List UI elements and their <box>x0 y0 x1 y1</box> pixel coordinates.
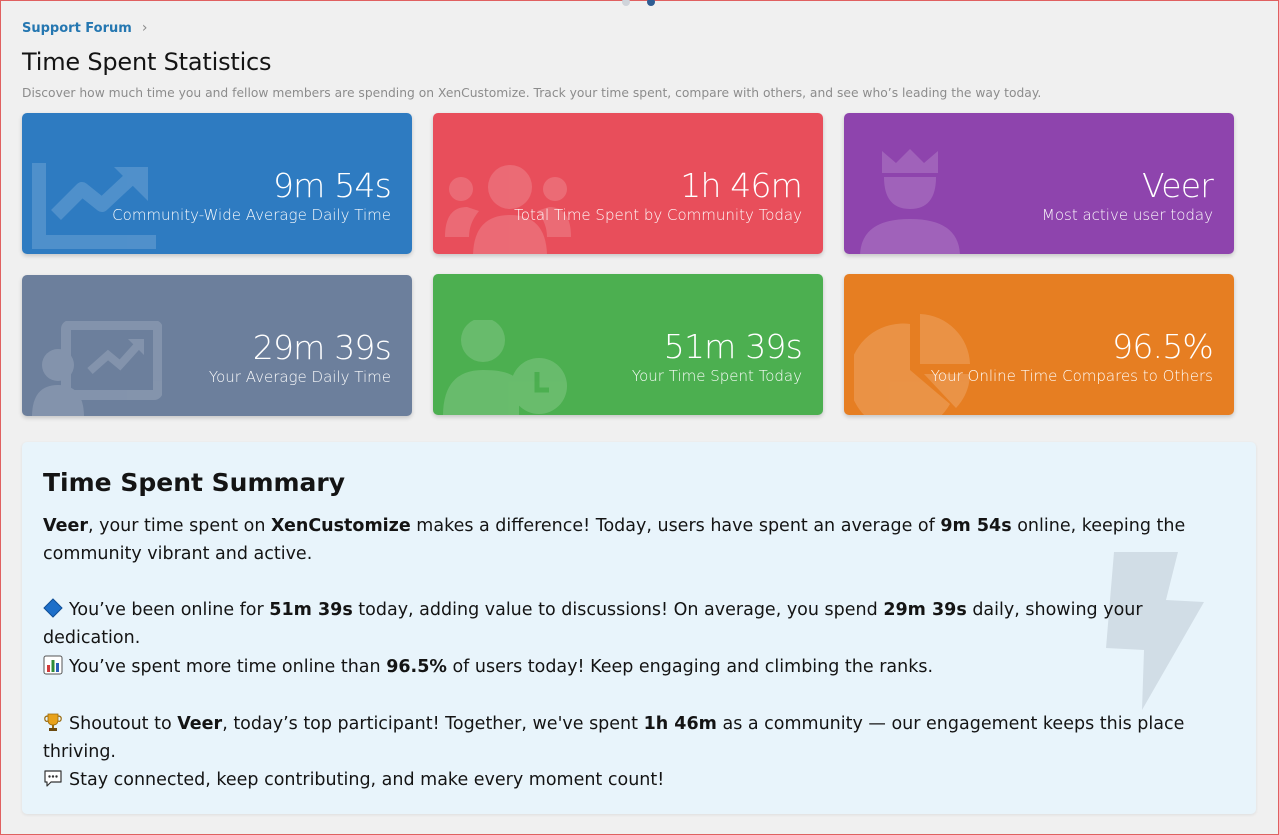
chevron-right-icon: › <box>141 20 148 36</box>
trophy-icon <box>44 713 62 731</box>
summary-text: of users today! Keep engaging and climbi… <box>446 657 934 677</box>
pie-chart-icon <box>854 314 970 415</box>
bar-chart-icon <box>43 655 63 675</box>
summary-paragraph-comparison: You’ve spent more time online than 96.5%… <box>43 653 1223 681</box>
carousel-dot[interactable] <box>622 0 630 6</box>
summary-text: You’ve been online for <box>69 600 270 620</box>
your-average-value: 29m 39s <box>883 600 967 620</box>
page-title: Time Spent Statistics <box>22 48 272 76</box>
stat-card-community-total: 1h 46m Total Time Spent by Community Tod… <box>433 113 823 254</box>
stat-card-your-average: 29m 39s Your Average Daily Time <box>22 275 412 416</box>
your-today-value: 51m 39s <box>269 600 353 620</box>
summary-paragraph-online: You’ve been online for 51m 39s today, ad… <box>43 596 1223 652</box>
username-link[interactable]: Veer <box>177 714 222 734</box>
user-clock-icon <box>443 320 567 415</box>
stat-card-community-average: 9m 54s Community-Wide Average Daily Time <box>22 113 412 254</box>
summary-paragraph-intro: Veer, your time spent on XenCustomize ma… <box>43 512 1223 568</box>
stat-value: 51m 39s <box>663 327 803 366</box>
summary-text: You’ve spent more time online than <box>69 657 387 677</box>
breadcrumb-support-forum[interactable]: Support Forum <box>22 21 132 36</box>
username-link[interactable]: Veer <box>43 516 88 536</box>
speech-bubble-icon <box>44 770 62 787</box>
stat-value: 1h 46m <box>680 166 803 205</box>
summary-text: Shoutout to <box>69 714 178 734</box>
summary-text: today, adding value to discussions! On a… <box>352 600 884 620</box>
stat-value: 96.5% <box>1112 327 1214 366</box>
community-average-value: 9m 54s <box>940 516 1012 536</box>
summary-text: makes a difference! Today, users have sp… <box>410 516 941 536</box>
summary-title: Time Spent Summary <box>43 468 346 497</box>
time-spent-summary: Time Spent Summary Veer, your time spent… <box>22 442 1256 814</box>
summary-text: , today’s top participant! Together, we'… <box>222 714 644 734</box>
stat-value: 29m 39s <box>252 328 392 367</box>
blue-diamond-icon <box>43 598 63 618</box>
trending-up-chart-icon <box>32 163 156 249</box>
site-name: XenCustomize <box>270 516 411 536</box>
stat-value: 9m 54s <box>272 166 392 205</box>
summary-text: , your time spent on <box>87 516 271 536</box>
stat-label: Your Online Time Compares to Others <box>930 367 1213 385</box>
summary-paragraph-shoutout: Shoutout to Veer, today’s top participan… <box>43 710 1223 766</box>
stat-label: Your Time Spent Today <box>631 367 802 385</box>
community-total-value: 1h 46m <box>643 714 717 734</box>
stat-card-comparison: 96.5% Your Online Time Compares to Other… <box>844 274 1234 415</box>
stat-card-most-active-user: Veer Most active user today <box>844 113 1234 254</box>
stat-label: Your Average Daily Time <box>208 368 391 386</box>
stat-label: Total Time Spent by Community Today <box>514 206 802 224</box>
carousel-dot-active[interactable] <box>647 0 655 6</box>
stat-label: Most active user today <box>1041 206 1213 224</box>
stat-label: Community-Wide Average Daily Time <box>112 206 391 224</box>
summary-text: Stay connected, keep contributing, and m… <box>69 770 665 790</box>
page-description: Discover how much time you and fellow me… <box>22 86 1042 100</box>
crowned-user-icon <box>860 149 960 254</box>
stat-card-your-today: 51m 39s Your Time Spent Today <box>433 274 823 415</box>
breadcrumb: Support Forum › <box>22 20 147 36</box>
summary-paragraph-closing: Stay connected, keep contributing, and m… <box>43 766 1223 794</box>
user-presentation-icon <box>32 321 162 416</box>
stat-value: Veer <box>1142 166 1214 205</box>
percentile-value: 96.5% <box>386 657 447 677</box>
carousel-dots[interactable] <box>622 0 655 6</box>
